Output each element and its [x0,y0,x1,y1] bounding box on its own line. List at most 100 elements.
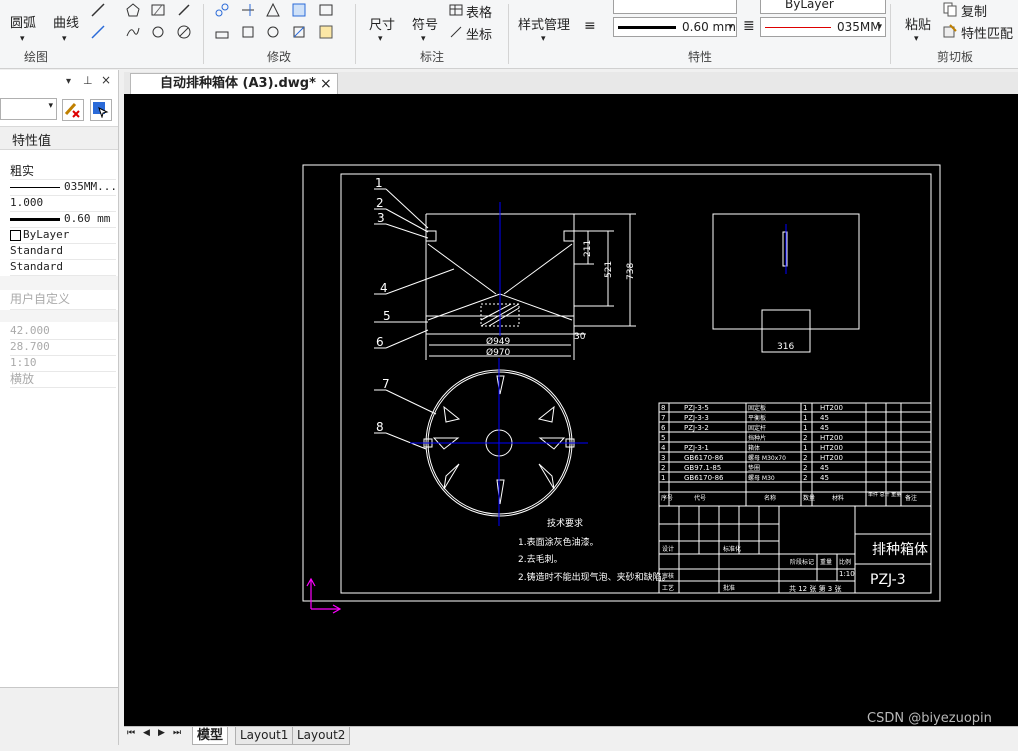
symbol-button[interactable]: 符号 [412,14,438,33]
document-tab[interactable]: 自动排种箱体 (A3).dwg* × [130,73,338,95]
spline-icon[interactable] [125,24,141,40]
watermark: CSDN @biyezuopin [867,711,992,726]
tech-note-3: 2.铸造时不能出现气泡、夹砂和缺陷。 [518,571,671,583]
bom-header-name: 名称 [764,494,776,502]
bom-cell-code: GB6170-86 [684,474,724,482]
dimension-dropdown-icon[interactable]: ▾ [378,34,383,44]
trim-icon[interactable] [240,2,256,18]
color-row[interactable]: ByLayer [10,227,116,244]
divider [890,4,891,64]
text-style-row[interactable]: Standard [10,243,116,260]
last-layout-icon[interactable]: ⏭ [173,728,181,738]
ray-icon[interactable] [90,24,106,40]
copy-icon[interactable] [942,1,958,17]
symbol-dropdown-icon[interactable]: ▾ [421,34,426,44]
scale-icon[interactable] [291,24,307,40]
lineweight-swatch [618,26,676,29]
table-button[interactable]: 表格 [466,2,492,21]
linetype-scale-row[interactable]: 1.000 [10,195,116,212]
bom-cell-code: PZJ-3-2 [684,424,709,432]
title-block-stage-label: 阶段标记 [790,558,814,566]
rectangle-icon[interactable] [318,2,334,18]
front-view [425,213,636,360]
arc-dropdown-icon[interactable]: ▾ [20,34,25,44]
coordinate-icon[interactable] [448,24,464,40]
section-spacer [0,276,118,290]
bom-cell-code: GB6170-86 [684,454,724,462]
tab-model[interactable]: 模型 [192,727,229,745]
match-properties-icon[interactable] [942,23,958,39]
polygon-icon[interactable] [125,2,141,18]
bom-header-code: 代号 [694,494,706,502]
bom-cell-mat: HT200 [820,404,843,412]
rotate-icon[interactable] [265,24,281,40]
linetype-row[interactable]: 035MM... [10,179,116,196]
linetype-swatch [765,27,831,28]
bom-cell-qty: 2 [803,434,807,442]
close-icon[interactable]: × [101,73,111,87]
layer-row[interactable]: 粗实 [10,163,116,180]
line-icon[interactable] [90,2,106,18]
lineweight-row[interactable]: 0.60 mm [10,211,116,228]
hatch-icon[interactable] [150,2,166,18]
bylayer-value: ByLayer [785,0,834,11]
paste-dropdown-icon[interactable]: ▾ [914,34,919,44]
bom-cell-name: 箱体 [748,444,760,452]
bom-cell-name: 螺母 M30 [748,474,775,482]
first-layout-icon[interactable]: ⏮ [127,728,135,738]
balloon-8: 8 [376,420,384,434]
title-block-name: 排种箱体 [872,542,928,558]
select-objects-button[interactable] [62,99,84,121]
dimension-button[interactable]: 尺寸 [369,14,395,33]
move-icon[interactable] [214,2,230,18]
color-text: ByLayer [23,228,70,241]
title-block-process-label: 工艺 [662,584,674,592]
layer-select[interactable]: ByLayer [760,0,886,14]
bom-cell-mat: HT200 [820,434,843,442]
bom-cell-name: 挡种片 [748,434,766,442]
match-properties-button[interactable]: 特性匹配 [961,23,1013,42]
linetype-icon: ≣ [743,18,755,34]
close-icon[interactable]: × [320,74,332,94]
linetype-select[interactable]: 035MM ▾ [760,17,886,37]
table-icon[interactable] [448,2,464,18]
linetype-value: 035MM [837,20,881,34]
coordinate-button[interactable]: 坐标 [466,24,492,43]
stretch-icon[interactable] [214,24,230,40]
mirror-icon[interactable] [265,2,281,18]
curve-button[interactable]: 曲线 [53,12,79,31]
tab-layout2[interactable]: Layout2 [292,727,351,745]
next-layout-icon[interactable]: ▶ [158,728,165,738]
object-filter-select[interactable]: ▾ [0,98,57,120]
lineweight-select[interactable]: 0.60 mm ▾ [613,17,737,37]
prev-layout-icon[interactable]: ◀ [143,728,150,738]
offset-icon[interactable] [291,2,307,18]
region-icon[interactable] [150,24,166,40]
dim-30: 30 [574,332,586,342]
chevron-down-icon: ▾ [728,22,733,32]
divider [508,4,509,64]
panel-dropdown-icon[interactable]: ▾ [66,76,71,87]
sheet-border [302,164,941,602]
arc-button[interactable]: 圆弧 [10,12,36,31]
bom-cell-name: 垫圈 [748,464,760,472]
quick-select-button[interactable] [90,99,112,121]
pin-icon[interactable]: ⊥ [83,74,93,87]
curve-dropdown-icon[interactable]: ▾ [62,34,67,44]
bom-cell-name: 平衡板 [748,414,766,422]
properties-panel: ▾ ⊥ × ▾ 特性值 粗实 035MM... 1.000 0.60 mm By… [0,70,119,746]
paste-button[interactable]: 粘贴 [905,14,931,33]
drawing-canvas[interactable]: 1 2 3 4 5 6 7 8 Ø949 Ø970 30 316 738 521… [124,94,1018,726]
wipeout-icon[interactable] [176,24,192,40]
style-manager-dropdown-icon[interactable]: ▾ [541,34,546,44]
dim-style-row[interactable]: Standard [10,259,116,276]
tab-layout1[interactable]: Layout1 [235,727,294,745]
copy-object-icon[interactable] [240,24,256,40]
color-select[interactable] [613,0,737,14]
copy-button[interactable]: 复制 [961,1,987,20]
point-icon[interactable] [176,2,192,18]
style-manager-button[interactable]: 样式管理 [518,14,570,33]
explode-icon[interactable] [318,24,334,40]
layout-tab-bar: ⏮ ◀ ▶ ⏭ 模型 Layout1 Layout2 CSDN @biyezuo… [124,711,1018,745]
balloon-5: 5 [383,309,391,323]
